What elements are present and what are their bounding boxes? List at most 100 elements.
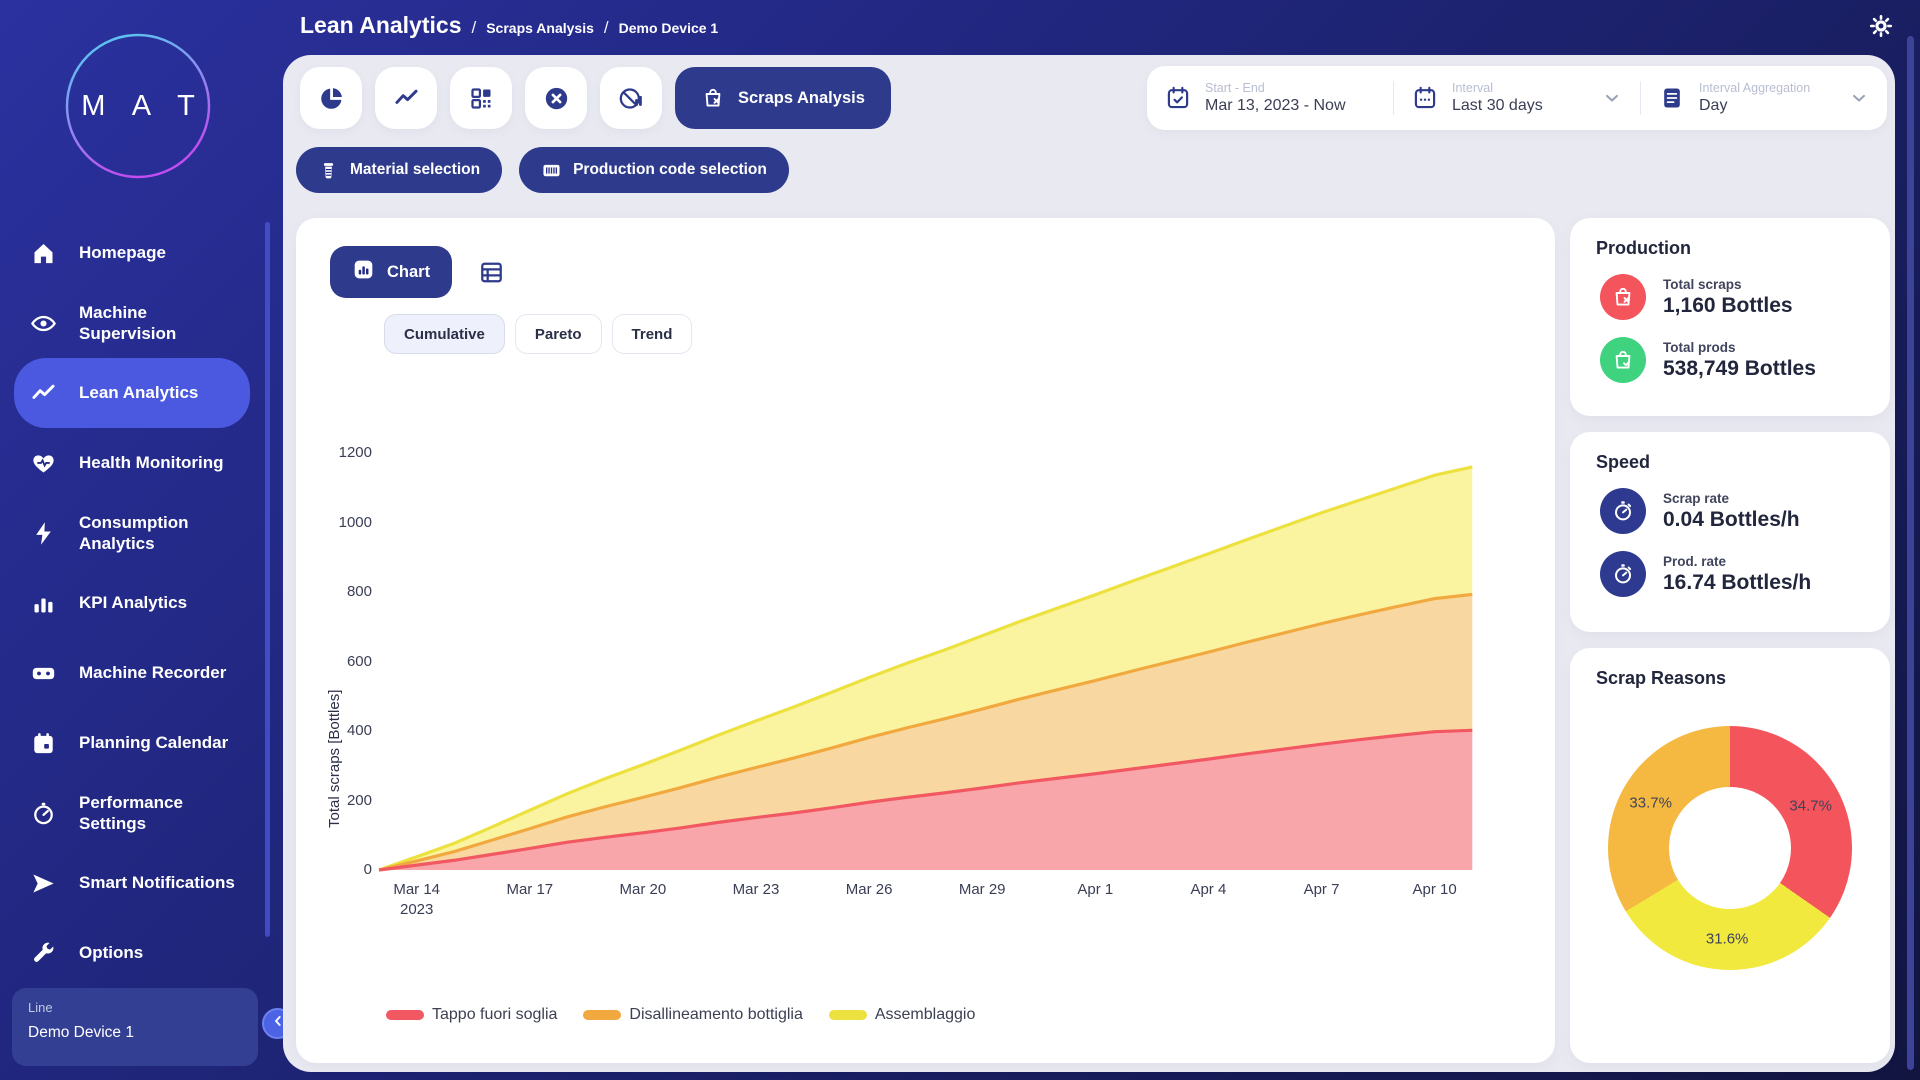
table-view-button[interactable] xyxy=(478,259,505,286)
interval-label: Interval xyxy=(1452,81,1543,95)
interval-value: Last 30 days xyxy=(1452,97,1543,115)
tab-trend[interactable]: Trend xyxy=(612,314,693,354)
device-panel-label: Line xyxy=(28,1000,242,1015)
x-circle-tool-button[interactable] xyxy=(525,67,587,129)
trend-tool-button[interactable] xyxy=(375,67,437,129)
wrench-icon xyxy=(30,940,57,967)
x-tick-label: Apr 1 xyxy=(1047,880,1143,900)
breadcrumb: Lean Analytics / Scraps Analysis / Demo … xyxy=(300,12,718,39)
sidebar-item-smart-notifications[interactable]: Smart Notifications xyxy=(14,848,250,918)
speed-card: Speed Scrap rate0.04 Bottles/hProd. rate… xyxy=(1570,432,1890,632)
aggregation-control[interactable]: Interval Aggregation Day xyxy=(1640,81,1887,115)
y-tick-label: 1000 xyxy=(328,514,372,531)
material-selection-button[interactable]: Material selection xyxy=(296,147,502,193)
breadcrumb-separator: / xyxy=(471,18,476,38)
gear-icon xyxy=(1868,26,1894,43)
scrap-reasons-title: Scrap Reasons xyxy=(1596,668,1726,689)
chart-view-button[interactable]: Chart xyxy=(330,246,452,298)
x-tick-label: Mar 29 xyxy=(934,880,1030,900)
speed-stats: Scrap rate0.04 Bottles/hProd. rate16.74 … xyxy=(1600,488,1874,597)
sidebar-item-label: Homepage xyxy=(79,242,166,263)
donut-slice-label: 34.7% xyxy=(1789,797,1832,814)
legend-label: Assemblaggio xyxy=(875,1006,976,1024)
barcode-icon xyxy=(541,160,562,181)
sidebar-item-label: Lean Analytics xyxy=(79,382,198,403)
sidebar-scrollbar[interactable] xyxy=(265,222,270,937)
sidebar-item-options[interactable]: Options xyxy=(14,918,250,988)
speed-title: Speed xyxy=(1596,452,1650,473)
breadcrumb-device[interactable]: Demo Device 1 xyxy=(619,20,719,36)
legend-item[interactable]: Assemblaggio xyxy=(829,1006,976,1024)
legend-item[interactable]: Disallineamento bottiglia xyxy=(583,1006,802,1024)
production-code-selection-button[interactable]: Production code selection xyxy=(519,147,789,193)
stat-value: 16.74 Bottles/h xyxy=(1663,571,1811,595)
time-filter-group: Start - End Mar 13, 2023 - Now Interval … xyxy=(1147,66,1887,130)
scrap-reasons-card: Scrap Reasons 34.7% 31.6% 33.7% xyxy=(1570,648,1890,1063)
stopwatch-icon xyxy=(1600,551,1646,597)
sidebar-item-machine-supervision[interactable]: Machine Supervision xyxy=(14,288,250,358)
sidebar-item-lean-analytics[interactable]: Lean Analytics xyxy=(14,358,250,428)
calendar-icon xyxy=(30,730,57,757)
aggregation-label: Interval Aggregation xyxy=(1699,81,1810,95)
pie-icon xyxy=(318,85,345,112)
sidebar-item-machine-recorder[interactable]: Machine Recorder xyxy=(14,638,250,708)
production-stats: Total scraps1,160 BottlesTotal prods538,… xyxy=(1600,274,1874,383)
production-title: Production xyxy=(1596,238,1691,259)
content-area: Scraps Analysis Start - End Mar 13, 2023… xyxy=(283,55,1895,1072)
tab-pareto[interactable]: Pareto xyxy=(515,314,602,354)
table-icon xyxy=(478,273,505,290)
sidebar-item-consumption-analytics[interactable]: Consumption Analytics xyxy=(14,498,250,568)
x-tick-label: Mar 26 xyxy=(821,880,917,900)
qr-tool-button[interactable] xyxy=(450,67,512,129)
bag-x-icon xyxy=(1600,274,1646,320)
stat-row-prod-rate: Prod. rate16.74 Bottles/h xyxy=(1600,551,1874,597)
pie-tool-button[interactable] xyxy=(300,67,362,129)
sidebar-item-label: Machine Recorder xyxy=(79,662,226,683)
sidebar: M A T HomepageMachine SupervisionLean An… xyxy=(0,0,283,1080)
no-data-icon xyxy=(618,85,645,112)
breadcrumb-section[interactable]: Scraps Analysis xyxy=(486,20,594,36)
stat-value: 0.04 Bottles/h xyxy=(1663,508,1800,532)
sidebar-item-kpi-analytics[interactable]: KPI Analytics xyxy=(14,568,250,638)
sidebar-item-performance-settings[interactable]: Performance Settings xyxy=(14,778,250,848)
no-data-tool-button[interactable] xyxy=(600,67,662,129)
recorder-icon xyxy=(30,660,57,687)
device-panel[interactable]: Line Demo Device 1 xyxy=(12,988,258,1066)
start-end-control[interactable]: Start - End Mar 13, 2023 - Now xyxy=(1147,81,1393,115)
send-icon xyxy=(30,870,57,897)
x-tick-label: Mar 17 xyxy=(482,880,578,900)
chart-legend: Tappo fuori soglia Disallineamento bottig… xyxy=(386,1006,975,1024)
sidebar-nav: Homepage Machine Supervision Lean Analytic… xyxy=(14,218,250,988)
donut-slice-label: 33.7% xyxy=(1629,795,1672,812)
tab-cumulative[interactable]: Cumulative xyxy=(384,314,505,354)
start-end-value: Mar 13, 2023 - Now xyxy=(1205,97,1346,115)
bag-check-icon xyxy=(1600,337,1646,383)
selection-button-label: Material selection xyxy=(350,161,480,179)
production-card: Production Total scraps1,160 BottlesTota… xyxy=(1570,218,1890,416)
sidebar-item-homepage[interactable]: Homepage xyxy=(14,218,250,288)
sidebar-item-planning-calendar[interactable]: Planning Calendar xyxy=(14,708,250,778)
chart-view-label: Chart xyxy=(387,263,430,282)
sidebar-item-health-monitoring[interactable]: Health Monitoring xyxy=(14,428,250,498)
page-scrollbar[interactable] xyxy=(1907,36,1914,1070)
stat-value: 538,749 Bottles xyxy=(1663,357,1816,381)
interval-control[interactable]: Interval Last 30 days xyxy=(1393,81,1640,115)
settings-gear-button[interactable] xyxy=(1868,13,1894,39)
scraps-analysis-tool-button[interactable]: Scraps Analysis xyxy=(675,67,891,129)
y-tick-label: 800 xyxy=(328,583,372,600)
donut-slice-label: 31.6% xyxy=(1706,930,1749,947)
start-end-label: Start - End xyxy=(1205,81,1346,95)
y-tick-label: 600 xyxy=(328,653,372,670)
sidebar-item-label: Performance Settings xyxy=(79,792,240,835)
qr-icon xyxy=(468,85,495,112)
y-tick-label: 200 xyxy=(328,792,372,809)
analysis-toolbar: Scraps Analysis xyxy=(300,67,891,129)
sidebar-item-label: Machine Supervision xyxy=(79,302,240,345)
selection-buttons: Material selection Production code select… xyxy=(296,147,789,193)
bag-x-icon xyxy=(701,86,725,110)
eye-icon xyxy=(30,310,57,337)
scrap-reasons-donut: 34.7% 31.6% 33.7% xyxy=(1608,726,1852,970)
chevron-down-icon xyxy=(1602,88,1622,108)
legend-item[interactable]: Tappo fuori soglia xyxy=(386,1006,557,1024)
stopwatch-icon xyxy=(1600,488,1646,534)
